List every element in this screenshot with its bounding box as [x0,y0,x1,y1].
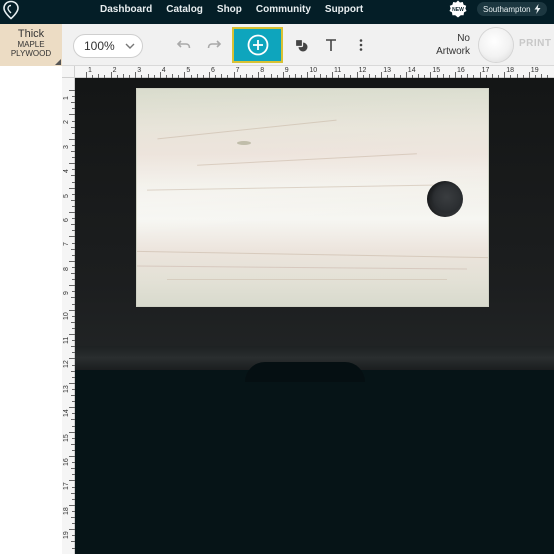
ruler-label: 7 [63,242,70,247]
print-button[interactable] [479,28,513,62]
artwork-status: No Artwork [424,32,470,58]
artwork-status-line2: Artwork [436,46,470,57]
ruler-label: 13 [383,67,391,74]
zoom-value: 100% [84,39,115,53]
top-nav: Dashboard Catalog Shop Community Support… [0,0,554,24]
ruler-label: 3 [63,144,70,149]
ruler-label: 8 [260,67,265,74]
ruler-label: 4 [161,67,166,74]
ruler-label: 11 [63,336,70,344]
bed-lower-area [75,370,554,554]
ruler-label: 15 [63,433,70,442]
nav-catalog[interactable]: Catalog [166,4,203,15]
ruler-label: 10 [63,311,70,320]
new-badge-label: NEW [452,7,464,13]
ruler-label: 5 [186,67,191,74]
ruler-label: 7 [235,67,240,74]
ruler-label: 4 [63,169,70,174]
ruler-label: 19 [63,531,70,540]
nav-links: Dashboard Catalog Shop Community Support [100,0,363,18]
material-hole [427,181,463,217]
nav-support[interactable]: Support [325,4,363,15]
ruler-label: 17 [63,482,70,491]
ruler-label: 9 [284,67,289,74]
undo-icon[interactable] [176,37,192,53]
ruler-label: 12 [63,360,70,369]
glowforge-logo-icon[interactable] [2,0,20,20]
ruler-label: 3 [137,67,142,74]
new-badge-icon[interactable]: NEW [449,0,467,18]
more-vertical-icon[interactable] [353,37,369,53]
ruler-label: 5 [63,193,70,198]
editor-toolbar: Thick MAPLE PLYWOOD 100% No Artwork PRIN… [0,24,554,66]
ruler-label: 6 [63,218,70,222]
ruler-label: 14 [407,67,416,74]
ruler-label: 18 [506,67,514,74]
nav-dashboard[interactable]: Dashboard [100,4,152,15]
material-thickness: Thick [17,28,45,40]
ruler-label: 18 [63,507,70,515]
location-selector[interactable]: Southampton [477,2,547,16]
ruler-label: 16 [457,67,465,74]
ruler-label: 1 [63,96,70,100]
ruler-label: 2 [63,120,70,125]
text-icon[interactable] [323,37,339,53]
material-name-line1: MAPLE [17,40,45,49]
ruler-label: 6 [211,67,215,74]
shapes-icon[interactable] [293,37,309,53]
zoom-select[interactable]: 100% [73,34,143,58]
ruler-label: 8 [63,266,70,271]
add-artwork-button[interactable] [232,27,283,63]
ruler-label: 2 [112,67,117,74]
material-selector[interactable]: Thick MAPLE PLYWOOD [0,24,62,66]
artwork-status-line1: No [457,33,470,44]
nav-shop[interactable]: Shop [217,4,242,15]
print-label: PRINT [519,38,552,49]
ruler-corner [62,66,75,78]
ruler-label: 15 [432,67,441,74]
ruler-label: 17 [481,67,490,74]
nav-community[interactable]: Community [256,4,311,15]
design-canvas[interactable] [75,78,554,554]
ruler-label: 13 [63,385,70,393]
app-root: Dashboard Catalog Shop Community Support… [0,0,554,554]
corner-fold-icon [55,59,61,65]
lightning-icon [534,4,541,14]
ruler-label: 10 [309,67,318,74]
ruler-label: 11 [334,67,342,74]
ruler-horizontal: 1 2 3 4 5 6 7 8 9 10 11 12 13 14 15 16 17 18 19 [62,66,554,78]
ruler-label: 12 [358,67,367,74]
ruler-vertical: 1 2 3 4 5 6 7 8 9 10 11 12 13 14 15 16 17 18 19 [62,78,75,554]
redo-icon[interactable] [206,37,222,53]
ruler-label: 16 [63,458,70,466]
material-name-line2: PLYWOOD [10,49,52,58]
ruler-label: 19 [530,67,539,74]
ruler-label: 1 [88,67,92,74]
location-label: Southampton [483,4,531,14]
ruler-label: 9 [63,291,70,296]
plus-circle-icon [247,34,268,56]
bed-arc [245,362,365,382]
ruler-label: 14 [63,409,70,418]
chevron-down-icon [125,43,135,49]
